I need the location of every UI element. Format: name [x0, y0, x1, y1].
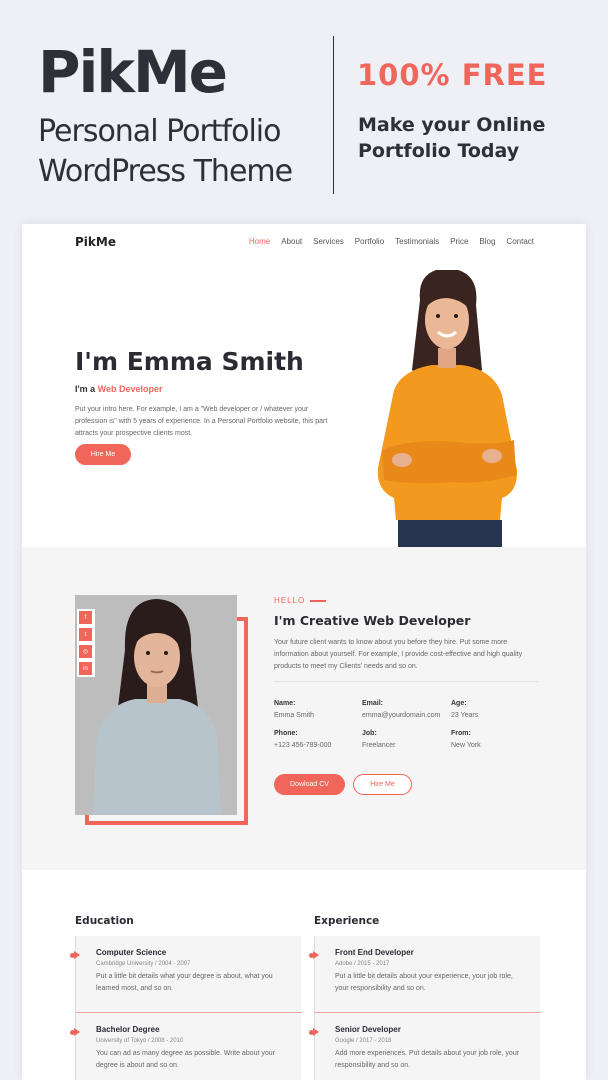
- education-item-sub: University of Tokyo / 2008 - 2010: [96, 1038, 184, 1044]
- hello-underline: [310, 600, 326, 602]
- linkedin-icon[interactable]: in: [79, 662, 92, 675]
- hero-section: I'm Emma Smith I'm a Web Developer Put y…: [22, 262, 586, 547]
- info-name: Name: Emma Smith: [274, 698, 314, 722]
- education-timeline: Computer Science Cambridge University / …: [70, 936, 302, 1080]
- experience-timeline: Front End Developer Adobe / 2015 - 2017 …: [309, 936, 541, 1080]
- hero-portrait: [377, 270, 518, 547]
- about-hire-button[interactable]: Hire Me: [353, 774, 412, 795]
- about-divider: [274, 681, 538, 682]
- instagram-icon[interactable]: ◎: [79, 645, 92, 658]
- site-logo[interactable]: PikMe: [75, 235, 116, 249]
- info-phone: Phone: +123 456-789-000: [274, 728, 331, 752]
- resume-section: Education Experience Computer Science Ca…: [22, 870, 586, 1080]
- about-portrait-figure: [75, 595, 237, 815]
- timeline-marker: [309, 1028, 319, 1036]
- info-email-value: emma@yourdomain.com: [362, 712, 441, 719]
- banner-cta-text: Make your Online Portfolio Today: [358, 114, 546, 162]
- site-navbar: PikMe Home About Services Portfolio Test…: [22, 224, 586, 262]
- info-email: Email: emma@yourdomain.com: [362, 698, 440, 722]
- promo-banner: PikMe Personal Portfolio WordPress Theme…: [0, 0, 608, 220]
- info-age-value: 23 Years: [451, 712, 479, 719]
- timeline-marker: [70, 951, 80, 959]
- free-label: 100% FREE: [357, 58, 548, 92]
- info-age-label: Age:: [451, 700, 467, 707]
- info-name-value: Emma Smith: [274, 712, 315, 719]
- info-phone-value: +123 456-789-000: [274, 742, 332, 749]
- hero-role: I'm a Web Developer: [75, 384, 163, 394]
- hero-role-prefix: I'm a: [75, 384, 96, 394]
- hero-intro: Put your intro here. For example, I am a…: [75, 406, 328, 437]
- about-photo: [75, 595, 237, 815]
- nav-item-contact[interactable]: Contact: [506, 237, 534, 246]
- about-section: f t ◎ in HELLO I'm Creative Web Develope…: [22, 547, 586, 870]
- experience-item-title: Front End Developer: [335, 948, 414, 957]
- info-job-label: Job:: [362, 730, 377, 737]
- download-cv-button[interactable]: Dowload CV: [274, 774, 345, 795]
- experience-title: Experience: [314, 915, 380, 927]
- nav-item-services[interactable]: Services: [313, 237, 344, 246]
- about-title: I'm Creative Web Developer: [274, 613, 471, 628]
- list-item: Senior Developer Google / 2017 - 2018 Ad…: [309, 1025, 525, 1072]
- timeline-separator: [315, 1012, 541, 1013]
- info-from-value: New York: [451, 742, 481, 749]
- hero-role-highlight: Web Developer: [97, 384, 163, 394]
- hero-hire-button[interactable]: Hire Me: [75, 444, 131, 465]
- nav-item-home[interactable]: Home: [249, 237, 270, 246]
- facebook-icon[interactable]: f: [79, 611, 92, 624]
- info-phone-label: Phone:: [274, 730, 298, 737]
- hero-name: I'm Emma Smith: [75, 347, 304, 376]
- about-text: Your future client wants to know about y…: [274, 639, 523, 670]
- banner-logo: PikMe: [38, 38, 228, 106]
- list-item: Computer Science Cambridge University / …: [70, 948, 286, 995]
- info-email-label: Email:: [362, 700, 384, 707]
- education-item-sub: Cambridge University / 2004 - 2007: [96, 961, 191, 967]
- education-item-title: Computer Science: [96, 948, 167, 957]
- experience-item-sub: Google / 2017 - 2018: [335, 1038, 392, 1044]
- experience-item-text: Add more experiences. Put details about …: [335, 1050, 520, 1069]
- nav-item-testimonials[interactable]: Testimonials: [395, 237, 439, 246]
- nav-item-price[interactable]: Price: [450, 237, 468, 246]
- experience-item-title: Senior Developer: [335, 1025, 401, 1034]
- education-item-text: Put a little bit details what your degre…: [96, 973, 273, 992]
- banner-divider: [333, 36, 334, 194]
- list-item: Bachelor Degree University of Tokyo / 20…: [70, 1025, 286, 1072]
- social-links: f t ◎ in: [77, 609, 95, 677]
- info-from-label: From:: [451, 730, 471, 737]
- hello-label: HELLO: [274, 596, 306, 605]
- info-from: From: New York: [451, 728, 481, 752]
- experience-item-text: Put a little bit details about your expe…: [335, 973, 513, 992]
- banner-tagline: Personal Portfolio WordPress Theme: [38, 114, 293, 189]
- list-item: Front End Developer Adobe / 2015 - 2017 …: [309, 948, 525, 995]
- experience-item-sub: Adobe / 2015 - 2017: [335, 961, 390, 967]
- timeline-marker: [70, 1028, 80, 1036]
- info-job: Job: Freelancer: [362, 728, 395, 752]
- education-item-title: Bachelor Degree: [96, 1025, 160, 1034]
- info-job-value: Freelancer: [362, 742, 396, 749]
- education-title: Education: [75, 915, 134, 927]
- twitter-icon[interactable]: t: [79, 628, 92, 641]
- nav-menu: Home About Services Portfolio Testimonia…: [249, 237, 534, 246]
- info-age: Age: 23 Years: [451, 698, 478, 722]
- nav-item-portfolio[interactable]: Portfolio: [355, 237, 384, 246]
- nav-item-blog[interactable]: Blog: [479, 237, 495, 246]
- site-preview: PikMe Home About Services Portfolio Test…: [22, 224, 586, 1080]
- timeline-separator: [76, 1012, 302, 1013]
- nav-item-about[interactable]: About: [281, 237, 302, 246]
- info-name-label: Name:: [274, 700, 296, 707]
- education-item-text: You can ad as many degree as possible. W…: [96, 1050, 275, 1069]
- timeline-marker: [309, 951, 319, 959]
